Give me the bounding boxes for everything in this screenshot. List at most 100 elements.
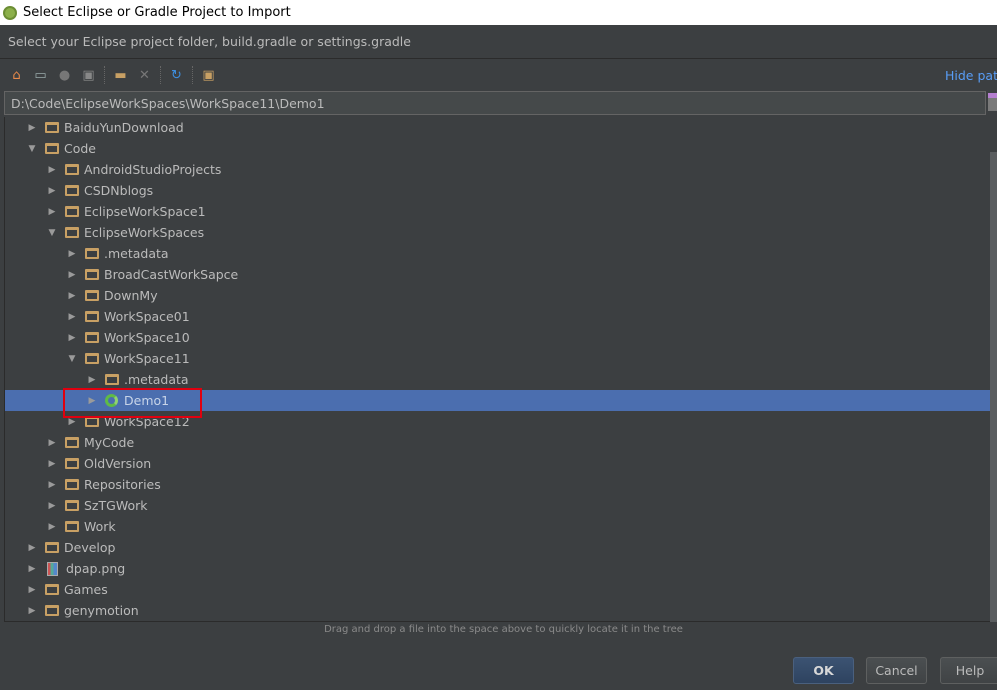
highlight-annotation-box	[63, 388, 202, 418]
tree-node[interactable]: ▶ WorkSpace10	[5, 327, 990, 348]
folder-icon	[85, 332, 99, 343]
delete-icon[interactable]: ✕	[136, 67, 153, 83]
tree-node[interactable]: ▶ genymotion	[5, 600, 990, 621]
tree-node[interactable]: ▼ WorkSpace11	[5, 348, 990, 369]
expand-arrow-icon[interactable]: ▶	[27, 543, 37, 553]
expand-arrow-icon[interactable]: ▶	[27, 585, 37, 595]
toolbar-separator	[160, 66, 161, 84]
refresh-icon[interactable]: ↻	[168, 67, 185, 83]
drag-drop-hint: Drag and drop a file into the space abov…	[324, 624, 683, 635]
image-file-icon	[47, 561, 58, 576]
folder-icon	[85, 248, 99, 259]
folder-icon	[85, 269, 99, 280]
desktop-icon[interactable]: ▭	[32, 67, 49, 83]
tree-node-label: WorkSpace01	[104, 309, 190, 324]
folder-icon	[45, 542, 59, 553]
tree-node[interactable]: ▶ dpap.png	[5, 558, 990, 579]
tree-node[interactable]: ▶ Develop	[5, 537, 990, 558]
path-input[interactable]	[4, 91, 986, 115]
expand-arrow-icon[interactable]: ▶	[47, 480, 57, 490]
expand-arrow-icon[interactable]: ▶	[47, 438, 57, 448]
tree-node[interactable]: ▶ OldVersion	[5, 453, 990, 474]
new-folder-icon[interactable]: ▬	[112, 67, 129, 83]
home-icon[interactable]: ⌂	[8, 67, 25, 83]
tree-node-label: MyCode	[84, 435, 135, 450]
toolbar: ⌂ ▭ ● ▣ ▬ ✕ ↻ ▣	[8, 66, 217, 84]
tree-node[interactable]: ▶ Repositories	[5, 474, 990, 495]
tree-node[interactable]: ▶ DownMy	[5, 285, 990, 306]
tree-node[interactable]: ▶ BroadCastWorkSapce	[5, 264, 990, 285]
expand-arrow-icon[interactable]: ▶	[67, 291, 77, 301]
folder-icon	[105, 374, 119, 385]
collapse-arrow-icon[interactable]: ▼	[27, 144, 37, 154]
expand-arrow-icon[interactable]: ▶	[67, 333, 77, 343]
tree-node[interactable]: ▶ .metadata	[5, 243, 990, 264]
android-icon[interactable]: ●	[56, 67, 73, 83]
folder-icon	[65, 479, 79, 490]
folder-icon	[45, 584, 59, 595]
tree-node-label: Develop	[64, 540, 116, 555]
expand-arrow-icon[interactable]: ▶	[27, 564, 37, 574]
expand-arrow-icon[interactable]: ▶	[47, 501, 57, 511]
tree-scrollbar[interactable]	[990, 152, 997, 622]
title-bar: Select Eclipse or Gradle Project to Impo…	[0, 0, 997, 25]
tree-node-label: SzTGWork	[84, 498, 148, 513]
help-button[interactable]: Help	[940, 657, 997, 684]
path-history-button[interactable]	[988, 93, 997, 111]
expand-arrow-icon[interactable]: ▶	[47, 186, 57, 196]
folder-icon	[65, 458, 79, 469]
tree-node[interactable]: ▶ .metadata	[5, 369, 990, 390]
expand-arrow-icon[interactable]: ▶	[27, 123, 37, 133]
expand-arrow-icon[interactable]: ▶	[47, 522, 57, 532]
tree-node-label: Code	[64, 141, 97, 156]
toolbar-separator	[104, 66, 105, 84]
module-folder-icon[interactable]: ▣	[80, 67, 97, 83]
dialog-description: Select your Eclipse project folder, buil…	[8, 34, 411, 49]
folder-icon	[85, 290, 99, 301]
tree-node-label: EclipseWorkSpace1	[84, 204, 206, 219]
folder-icon	[65, 206, 79, 217]
expand-arrow-icon[interactable]: ▶	[27, 606, 37, 616]
collapse-arrow-icon[interactable]: ▼	[67, 354, 77, 364]
expand-arrow-icon[interactable]: ▶	[47, 459, 57, 469]
tree-node[interactable]: ▶ CSDNblogs	[5, 180, 990, 201]
tree-node[interactable]: ▶ EclipseWorkSpace1	[5, 201, 990, 222]
folder-icon	[85, 353, 99, 364]
window-title: Select Eclipse or Gradle Project to Impo…	[23, 5, 291, 20]
expand-arrow-icon[interactable]: ▶	[67, 312, 77, 322]
folder-icon	[65, 185, 79, 196]
tree-node-label: genymotion	[64, 603, 139, 618]
collapse-arrow-icon[interactable]: ▼	[47, 228, 57, 238]
show-hidden-icon[interactable]: ▣	[200, 67, 217, 83]
ok-button[interactable]: OK	[793, 657, 854, 684]
tree-node[interactable]: ▶ AndroidStudioProjects	[5, 159, 990, 180]
expand-arrow-icon[interactable]: ▶	[67, 270, 77, 280]
tree-node[interactable]: ▶ WorkSpace01	[5, 306, 990, 327]
tree-node-label: EclipseWorkSpaces	[84, 225, 205, 240]
expand-arrow-icon[interactable]: ▶	[67, 249, 77, 259]
divider	[0, 58, 997, 59]
tree-node-label: WorkSpace10	[104, 330, 190, 345]
tree-node[interactable]: ▶ Work	[5, 516, 990, 537]
tree-node[interactable]: ▶ Games	[5, 579, 990, 600]
tree-node-label: CSDNblogs	[84, 183, 154, 198]
tree-node[interactable]: ▼ Code	[5, 138, 990, 159]
folder-icon	[45, 605, 59, 616]
tree-node-label: OldVersion	[84, 456, 152, 471]
tree-node-label: BaiduYunDownload	[64, 120, 184, 135]
file-tree[interactable]: ▶ BaiduYunDownload ▼ Code ▶ AndroidStudioProj…	[4, 117, 990, 622]
tree-node-label: Games	[64, 582, 108, 597]
cancel-button[interactable]: Cancel	[866, 657, 927, 684]
tree-node[interactable]: ▶ BaiduYunDownload	[5, 117, 990, 138]
folder-icon	[85, 311, 99, 322]
folder-icon	[65, 164, 79, 175]
tree-node[interactable]: ▶ MyCode	[5, 432, 990, 453]
expand-arrow-icon[interactable]: ▶	[67, 417, 77, 427]
hide-path-link[interactable]: Hide path	[945, 68, 997, 83]
expand-arrow-icon[interactable]: ▶	[47, 207, 57, 217]
expand-arrow-icon[interactable]: ▶	[87, 375, 97, 385]
tree-node[interactable]: ▼ EclipseWorkSpaces	[5, 222, 990, 243]
tree-node[interactable]: ▶ SzTGWork	[5, 495, 990, 516]
tree-node-label: BroadCastWorkSapce	[104, 267, 239, 282]
expand-arrow-icon[interactable]: ▶	[47, 165, 57, 175]
